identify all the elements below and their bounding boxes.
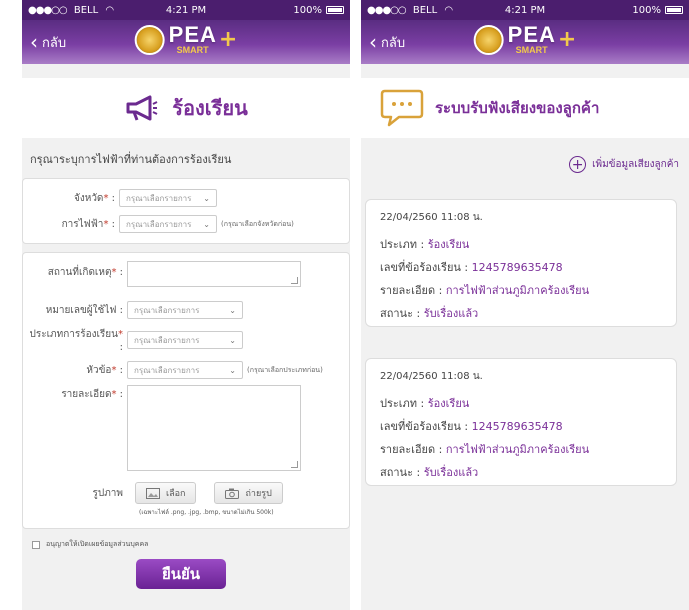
status-time: 4:21 PM xyxy=(165,4,207,16)
choose-image-button[interactable]: เลือก xyxy=(135,482,197,504)
topic-hint: (กรุณาเลือกประเภทก่อน) xyxy=(247,365,323,374)
page-title: ร้องเรียน xyxy=(172,96,248,120)
chevron-down-icon: ⌄ xyxy=(229,335,236,345)
complaint-details-card: สถานที่เกิดเหตุ* : หมายเลขผู้ใช้ไฟ : กรุ… xyxy=(22,252,350,529)
nav-bar: ‹ กลับ PEA SMART + xyxy=(22,20,350,64)
province-row: จังหวัด* : กรุณาเลือกรายการ ⌄ xyxy=(23,185,349,211)
type-select[interactable]: กรุณาเลือกรายการ ⌄ xyxy=(127,331,243,349)
status-bar: ●●●○○ BELL ◠ 4:21 PM 100% xyxy=(361,0,689,20)
meter-select[interactable]: กรุณาเลือกรายการ ⌄ xyxy=(127,301,243,319)
status-time: 4:21 PM xyxy=(504,4,546,16)
megaphone-icon xyxy=(126,95,158,121)
detail-label: รายละเอียด xyxy=(61,389,112,400)
form-intro: กรุณาระบุการไฟฟ้าที่ท่านต้องการร้องเรียน xyxy=(30,153,232,166)
photo-row: รูปภาพ เลือก ถ่ายรูป xyxy=(23,479,349,507)
consent-label: อนุญาตให้เปิดเผยข้อมูลส่วนบุคคล xyxy=(46,540,149,548)
chevron-left-icon: ‹ xyxy=(369,30,377,54)
add-feedback-button[interactable]: + เพิ่มข้อมูลเสียงลูกค้า xyxy=(361,138,689,173)
logo-sub: SMART xyxy=(176,45,209,55)
pea-seal-icon xyxy=(134,24,165,55)
back-label: กลับ xyxy=(42,35,67,51)
logo-plus: + xyxy=(218,27,238,52)
office-select[interactable]: กรุณาเลือกรายการ ⌄ xyxy=(119,215,217,233)
entry-type: ร้องเรียน xyxy=(427,238,470,251)
plus-circle-icon: + xyxy=(569,156,587,173)
detail-textarea[interactable] xyxy=(127,385,301,471)
page-header: ร้องเรียน xyxy=(22,78,350,138)
location-textarea[interactable] xyxy=(127,261,301,287)
location-label: สถานที่เกิดเหตุ xyxy=(47,267,112,278)
meter-row: หมายเลขผู้ใช้ไฟ : กรุณาเลือกรายการ ⌄ xyxy=(23,295,349,325)
type-label: ประเภทการร้องเรียน xyxy=(29,329,118,340)
province-select[interactable]: กรุณาเลือกรายการ ⌄ xyxy=(119,189,217,207)
battery-icon xyxy=(665,6,683,14)
topic-row: หัวข้อ* : กรุณาเลือกรายการ ⌄ (กรุณาเลือกป… xyxy=(23,355,349,385)
consent-row: อนุญาตให้เปิดเผยข้อมูลส่วนบุคคล xyxy=(22,529,350,550)
topic-label: หัวข้อ xyxy=(86,364,112,376)
chevron-down-icon: ⌄ xyxy=(203,219,210,229)
location-row: สถานที่เกิดเหตุ* : xyxy=(23,261,349,295)
pea-smart-logo: PEA SMART + xyxy=(473,22,577,55)
pea-smart-logo: PEA SMART + xyxy=(134,22,238,55)
chat-bubble-icon xyxy=(380,89,424,127)
pea-seal-icon xyxy=(473,24,504,55)
feedback-card[interactable]: 22/04/2560 11:08 น. ประเภท : ร้องเรียน เ… xyxy=(365,358,677,486)
office-hint: (กรุณาเลือกจังหวัดก่อน) xyxy=(221,219,294,228)
back-button[interactable]: ‹ กลับ xyxy=(22,32,66,53)
camera-icon xyxy=(225,488,240,499)
feedback-card[interactable]: 22/04/2560 11:08 น. ประเภท : ร้องเรียน เ… xyxy=(365,199,677,327)
entry-datetime: 22/04/2560 11:08 น. xyxy=(380,371,483,382)
entry-datetime: 22/04/2560 11:08 น. xyxy=(380,212,483,223)
submit-button[interactable]: ยืนยัน xyxy=(136,559,226,589)
photo-label: รูปภาพ xyxy=(92,487,123,499)
topic-select[interactable]: กรุณาเลือกรายการ ⌄ xyxy=(127,361,243,379)
image-icon xyxy=(146,487,160,499)
office-row: การไฟฟ้า* : กรุณาเลือกรายการ ⌄ (กรุณาเลือ… xyxy=(23,211,349,237)
entry-detail: การไฟฟ้าส่วนภูมิภาคร้องเรียน xyxy=(445,284,590,297)
chevron-down-icon: ⌄ xyxy=(229,365,236,375)
chevron-down-icon: ⌄ xyxy=(229,305,236,315)
chevron-left-icon: ‹ xyxy=(30,30,38,54)
entry-id: 1245789635478 xyxy=(471,420,563,433)
back-label: กลับ xyxy=(381,35,406,51)
chevron-down-icon: ⌄ xyxy=(203,193,210,203)
complaint-form-screen: ●●●○○ BELL ◠ 4:21 PM 100% ‹ กลับ PEA SMA… xyxy=(22,0,350,610)
office-label: การไฟฟ้า xyxy=(61,218,104,230)
entry-status: รับเรื่องแล้ว xyxy=(423,466,479,479)
logo-text: PEA xyxy=(168,22,217,47)
entry-status: รับเรื่องแล้ว xyxy=(423,307,479,320)
battery-icon xyxy=(326,6,344,14)
type-row: ประเภทการร้องเรียน* : กรุณาเลือกรายการ ⌄ xyxy=(23,325,349,355)
consent-checkbox[interactable] xyxy=(32,540,40,549)
feedback-list-screen: ●●●○○ BELL ◠ 4:21 PM 100% ‹ กลับ PEA SMA… xyxy=(361,0,689,610)
province-label: จังหวัด xyxy=(73,192,104,204)
status-bar: ●●●○○ BELL ◠ 4:21 PM 100% xyxy=(22,0,350,20)
take-photo-button[interactable]: ถ่ายรูป xyxy=(214,482,283,504)
logo-plus: + xyxy=(557,27,577,52)
back-button[interactable]: ‹ กลับ xyxy=(361,32,405,53)
logo-sub: SMART xyxy=(515,45,548,55)
entry-detail: การไฟฟ้าส่วนภูมิภาคร้องเรียน xyxy=(445,443,590,456)
page-header: ระบบรับฟังเสียงของลูกค้า xyxy=(361,78,689,138)
page-title: ระบบรับฟังเสียงของลูกค้า xyxy=(435,99,600,117)
nav-bar: ‹ กลับ PEA SMART + xyxy=(361,20,689,64)
office-card: จังหวัด* : กรุณาเลือกรายการ ⌄ การไฟฟ้า* :… xyxy=(22,178,350,244)
detail-row: รายละเอียด* : xyxy=(23,385,349,479)
add-feedback-label: เพิ่มข้อมูลเสียงลูกค้า xyxy=(592,159,679,170)
meter-label: หมายเลขผู้ใช้ไฟ xyxy=(45,304,117,316)
file-note: (เฉพาะไฟล์ .png, .jpg, .bmp, ขนาดไม่เกิน… xyxy=(139,509,274,516)
logo-text: PEA xyxy=(507,22,556,47)
entry-type: ร้องเรียน xyxy=(427,397,470,410)
entry-id: 1245789635478 xyxy=(471,261,563,274)
